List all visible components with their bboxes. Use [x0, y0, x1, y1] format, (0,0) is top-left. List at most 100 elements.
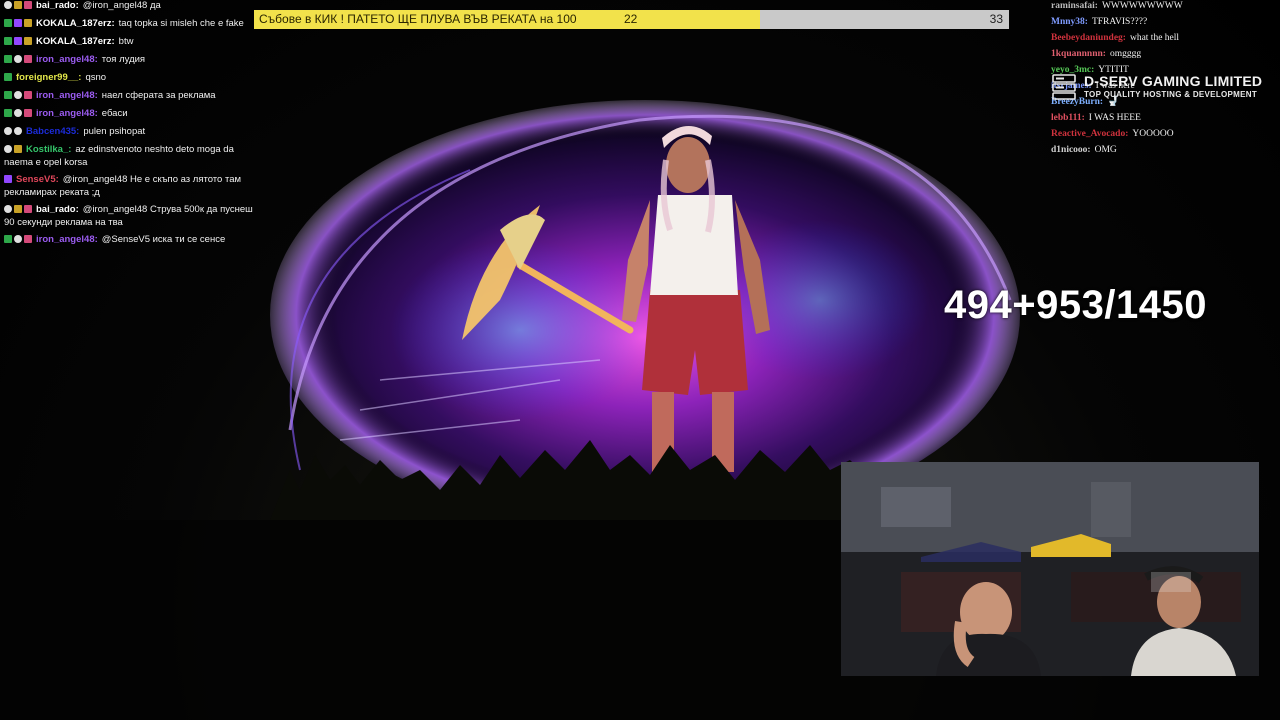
chat-text: WWWWWWWWW [1101, 1, 1183, 11]
server-rack-icon [1052, 74, 1076, 100]
chat-username[interactable]: d1nicooo: [1051, 145, 1091, 155]
chat-message: Kostilka_: az edinstvenoto neshto deto mo… [4, 144, 254, 169]
chat-username[interactable]: KOKALA_187erz: [36, 36, 115, 47]
chat-text: OMG [1094, 145, 1117, 155]
chat-badges [4, 175, 14, 187]
chat-message: Babcen435: pulen psihopat [4, 126, 254, 139]
chat-username[interactable]: Kostilka_: [26, 144, 71, 155]
chat-text: taq topka si misleh che e fake [118, 18, 244, 29]
chat-username[interactable]: 1kquannnnn: [1051, 49, 1106, 59]
chat-message: iron_angel48: @SenseV5 иска ти се сенсе [4, 234, 254, 247]
chat-message: Reactive_Avocado: YOOOOO [1051, 128, 1276, 140]
chat-badges [4, 1, 34, 13]
chat-badges [4, 235, 34, 247]
chat-username[interactable]: bai_rado: [36, 204, 79, 215]
chat-badges [4, 109, 34, 121]
sponsor-tagline: TOP QUALITY HOSTING & DEVELOPMENT [1084, 90, 1258, 99]
chat-username[interactable]: Reactive_Avocado: [1051, 129, 1128, 139]
chat-username[interactable]: iron_angel48: [36, 234, 98, 245]
poll-count-no: 33 [989, 12, 1003, 26]
chat-username[interactable]: lebb111: [1051, 113, 1085, 123]
vip-badge-icon [14, 91, 22, 99]
chat-message: bai_rado: @iron_angel48 Струва 500к да пу… [4, 204, 254, 229]
gift-badge-icon [24, 109, 32, 117]
mod-badge-icon [4, 91, 12, 99]
chat-message: iron_angel48: наел сферата за реклама [4, 90, 254, 103]
gift-badge-icon [24, 205, 32, 213]
chat-text: YOOOOO [1132, 129, 1174, 139]
chat-message: 1kquannnnn: omgggg [1051, 48, 1276, 60]
vip-badge-icon [4, 145, 12, 153]
chat-text: @iron_angel48 да [82, 0, 161, 11]
sub-badge-icon [14, 19, 22, 27]
bits-badge-icon [14, 205, 22, 213]
goal-counter: 494+953/1450 [944, 283, 1207, 327]
chat-message: Mnny38: TFRAVIS???? [1051, 16, 1276, 28]
chat-message: iron_angel48: тоя лудия [4, 54, 254, 67]
chat-username[interactable]: raminsafai: [1051, 1, 1098, 11]
chat-message: iron_angel48: ебаси [4, 108, 254, 121]
chat-text: наел сферата за реклама [101, 90, 216, 101]
mod-badge-icon [4, 109, 12, 117]
mod-badge-icon [4, 73, 12, 81]
chat-badges [4, 127, 24, 139]
poll-question: Събове в КИК ! ПАТЕТО ЩЕ ПЛУВА ВЪВ РЕКАТ… [259, 12, 577, 26]
vip-badge-icon [4, 205, 12, 213]
chat-message: Beebeydaniundeg: what the hell [1051, 32, 1276, 44]
sponsor-logo: D-SERV GAMING LIMITED TOP QUALITY HOSTIN… [1052, 72, 1267, 102]
poll-count-yes: 22 [624, 12, 638, 26]
chat-overlay-left: bai_rado: @iron_angel48 да KOKALA_187erz: t… [4, 0, 254, 252]
gift-badge-icon [24, 1, 32, 9]
chat-message: raminsafai: WWWWWWWWW [1051, 0, 1276, 12]
chat-message: KOKALA_187erz: taq topka si misleh che e … [4, 18, 254, 31]
chat-message: bai_rado: @iron_angel48 да [4, 0, 254, 13]
chat-username[interactable]: iron_angel48: [36, 54, 98, 65]
chat-badges [4, 205, 34, 217]
vip-badge-icon [4, 1, 12, 9]
webcam-feed [841, 462, 1259, 676]
bits-badge-icon [14, 1, 22, 9]
gift-badge-icon [24, 91, 32, 99]
chat-badges [4, 55, 34, 67]
vip-badge-icon [14, 109, 22, 117]
chat-text: pulen psihopat [83, 126, 146, 137]
chat-text: @SenseV5 иска ти се сенсе [101, 234, 226, 245]
sub-badge-icon [4, 175, 12, 183]
mod-badge-icon [4, 19, 12, 27]
sub-badge-icon [14, 37, 22, 45]
chat-username[interactable]: iron_angel48: [36, 108, 98, 119]
chat-username[interactable]: Mnny38: [1051, 17, 1088, 27]
mod-badge-icon [4, 37, 12, 45]
chat-badges [4, 19, 34, 31]
chat-message: KOKALA_187erz: btw [4, 36, 254, 49]
chat-text: btw [118, 36, 134, 47]
bits-badge-icon [24, 37, 32, 45]
chat-username[interactable]: iron_angel48: [36, 90, 98, 101]
chat-badges [4, 91, 34, 103]
vip-badge-icon [14, 127, 22, 135]
chat-text: TFRAVIS???? [1091, 17, 1148, 27]
chat-badges [4, 73, 14, 85]
chat-message: foreigner99__: qsno [4, 72, 254, 85]
mod-badge-icon [4, 235, 12, 243]
chat-username[interactable]: KOKALA_187erz: [36, 18, 115, 29]
vip-badge-icon [14, 55, 22, 63]
chat-username[interactable]: Babcen435: [26, 126, 79, 137]
vip-badge-icon [4, 127, 12, 135]
chat-badges [4, 145, 24, 157]
chat-username[interactable]: SenseV5: [16, 174, 59, 185]
webcam-scene [841, 462, 1259, 676]
bits-badge-icon [24, 19, 32, 27]
stream-frame: Събове в КИК ! ПАТЕТО ЩЕ ПЛУВА ВЪВ РЕКАТ… [0, 0, 1280, 720]
chat-username[interactable]: foreigner99__: [16, 72, 81, 83]
chat-username[interactable]: Beebeydaniundeg: [1051, 33, 1126, 43]
chat-text: omgggg [1109, 49, 1142, 59]
chat-text: тоя лудия [101, 54, 146, 65]
chat-text: what the hell [1129, 33, 1180, 43]
chat-message: lebb111: I WAS HEEE [1051, 112, 1276, 124]
gift-badge-icon [24, 55, 32, 63]
chat-text: qsno [85, 72, 107, 83]
chat-username[interactable]: bai_rado: [36, 0, 79, 11]
chat-message: d1nicooo: OMG [1051, 144, 1276, 156]
sponsor-name: D-SERV GAMING LIMITED [1084, 73, 1263, 89]
